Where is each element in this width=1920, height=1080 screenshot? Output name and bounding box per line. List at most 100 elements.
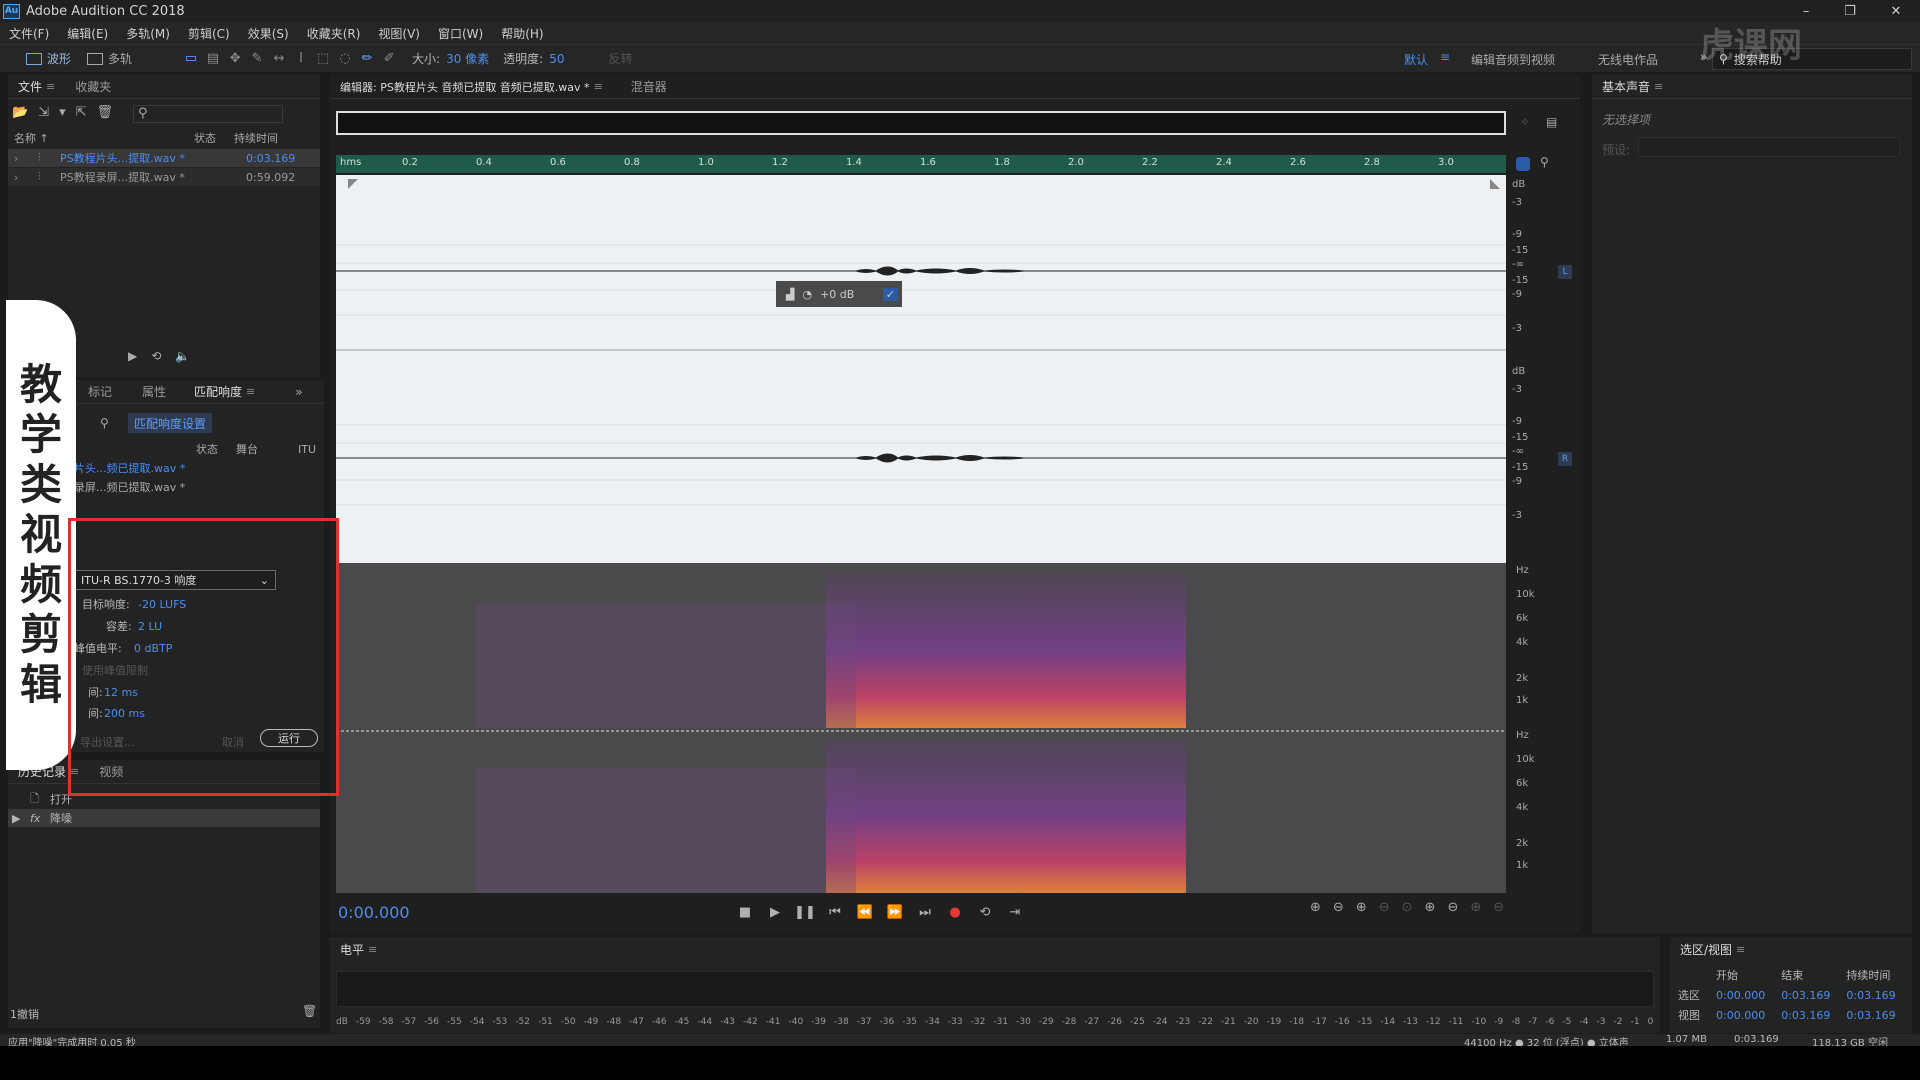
time-selection-tool-icon[interactable]: I: [290, 49, 312, 69]
menu-favorites[interactable]: 收藏夹(R): [298, 25, 370, 42]
insert-icon[interactable]: ▾: [59, 105, 66, 123]
delete-history-icon[interactable]: 🗑: [302, 1004, 317, 1018]
search-icon[interactable]: ⚲: [100, 416, 109, 430]
play-icon[interactable]: ▶: [760, 900, 790, 924]
history-item[interactable]: ▶ fx 降噪: [8, 809, 320, 827]
gain-knob-icon[interactable]: ◔: [802, 288, 812, 301]
menu-edit[interactable]: 编辑(E): [58, 25, 117, 42]
tab-match-loudness[interactable]: 匹配响度 ≡: [184, 380, 265, 404]
skip-start-icon[interactable]: ⏮: [820, 900, 850, 924]
marquee-tool-icon[interactable]: ⬚: [312, 49, 334, 69]
view-start[interactable]: 0:00.000: [1708, 1005, 1773, 1025]
tab-markers[interactable]: 标记: [78, 380, 122, 404]
workspace-edit-audio-video[interactable]: 编辑音频到视频: [1471, 51, 1555, 68]
loop-icon[interactable]: ⟲: [151, 349, 161, 363]
col-name[interactable]: 名称 ↑: [14, 130, 49, 146]
tab-selection-view[interactable]: 选区/视图 ≡: [1670, 937, 1755, 961]
file-row[interactable]: › ⫶ PS教程录屏...提取.wav * 0:59.092: [8, 168, 320, 186]
tab-levels[interactable]: 电平 ≡: [330, 937, 387, 961]
spectral-frequency-display[interactable]: [336, 563, 1506, 893]
brush-tool-icon[interactable]: ✏: [356, 49, 378, 69]
open-file-icon[interactable]: 📂: [12, 105, 28, 123]
razor-tool-icon[interactable]: ✎: [246, 49, 268, 69]
pin-icon[interactable]: ⚲: [1540, 155, 1549, 169]
gain-hud[interactable]: ▟ ◔ +0 dB ✓: [776, 281, 902, 307]
display-options-icon[interactable]: ▤: [1546, 115, 1557, 129]
slip-tool-icon[interactable]: ↔: [268, 49, 290, 69]
time-ruler[interactable]: hms 0.2 0.4 0.6 0.8 1.0 1.2 1.4 1.6 1.8 2.0 2.2 2.4…: [336, 155, 1506, 173]
tab-favorites[interactable]: 收藏夹: [65, 75, 121, 99]
expand-panels-icon[interactable]: »: [295, 385, 302, 399]
zoom-out-time-icon[interactable]: ⊖: [1379, 900, 1390, 915]
size-value[interactable]: 30 像素: [446, 50, 489, 67]
menu-help[interactable]: 帮助(H): [492, 25, 552, 42]
stop-icon[interactable]: ■: [730, 900, 760, 924]
volume-icon[interactable]: 🔈: [175, 349, 190, 363]
tab-essential-sound[interactable]: 基本声音 ≡: [1592, 75, 1673, 99]
menu-view[interactable]: 视图(V): [369, 25, 429, 42]
menu-window[interactable]: 窗口(W): [429, 25, 492, 42]
menu-file[interactable]: 文件(F): [0, 25, 58, 42]
opacity-value[interactable]: 50: [549, 52, 564, 66]
overview-bar[interactable]: [336, 111, 1506, 135]
rewind-icon[interactable]: ⏪: [850, 900, 880, 924]
export-icon[interactable]: ⇱: [76, 105, 87, 123]
current-time[interactable]: 0:00.000: [338, 903, 410, 922]
waveform-area[interactable]: ▟ ◔ +0 dB ✓: [336, 175, 1506, 626]
tab-mixer[interactable]: 混音器: [621, 75, 677, 99]
fast-forward-icon[interactable]: ⏩: [880, 900, 910, 924]
skip-selection-icon[interactable]: ⇥: [1000, 900, 1030, 924]
workspace-menu-icon[interactable]: ≡: [1440, 50, 1450, 64]
file-search-input[interactable]: ⚲: [133, 105, 284, 123]
lasso-tool-icon[interactable]: ◌: [334, 49, 356, 69]
selection-duration[interactable]: 0:03.169: [1838, 985, 1903, 1005]
col-status[interactable]: 状态: [194, 130, 216, 146]
workspace-default[interactable]: 默认: [1404, 51, 1428, 68]
zoom-all-icon[interactable]: ⊖: [1493, 900, 1504, 915]
close-button[interactable]: ✕: [1874, 0, 1918, 22]
zoom-out-amplitude-icon[interactable]: ⊖: [1333, 900, 1344, 915]
view-end[interactable]: 0:03.169: [1773, 1005, 1838, 1025]
move-tool-icon[interactable]: ✥: [224, 49, 246, 69]
col-duration[interactable]: 持续时间: [234, 130, 278, 146]
file-row[interactable]: › ⫶ PS教程片头...提取.wav * 0:03.169: [8, 149, 320, 167]
tab-files[interactable]: 文件 ≡: [8, 75, 65, 99]
loop-icon[interactable]: ⟲: [970, 900, 1000, 924]
zoom-in-amplitude-icon[interactable]: ⊕: [1310, 900, 1321, 915]
pause-icon[interactable]: ❚❚: [790, 900, 820, 924]
multitrack-view-button[interactable]: 多轨: [79, 48, 140, 70]
menu-clip[interactable]: 剪辑(C): [179, 25, 239, 42]
preset-select[interactable]: [1638, 137, 1900, 157]
record-icon[interactable]: ●: [940, 900, 970, 924]
restore-button[interactable]: ❐: [1828, 0, 1872, 22]
zoom-in-point-icon[interactable]: ⊕: [1425, 900, 1436, 915]
delete-icon[interactable]: 🗑: [97, 105, 114, 123]
selection-start[interactable]: 0:00.000: [1708, 985, 1773, 1005]
waveform-display-icon[interactable]: ▭: [180, 49, 202, 69]
channel-r-toggle[interactable]: R: [1558, 452, 1572, 466]
match-settings-button[interactable]: 匹配响度设置: [128, 413, 213, 433]
menu-multitrack[interactable]: 多轨(M): [117, 25, 179, 42]
play-icon[interactable]: ▶: [128, 349, 137, 363]
tab-editor[interactable]: 编辑器: PS教程片头 音频已提取 音频已提取.wav * ≡: [330, 75, 613, 99]
tab-properties[interactable]: 属性: [132, 380, 176, 404]
spot-healing-tool-icon[interactable]: ✐: [378, 49, 400, 69]
menu-effects[interactable]: 效果(S): [239, 25, 298, 42]
zoom-vertical-icon[interactable]: ✧: [1520, 115, 1530, 129]
selection-end[interactable]: 0:03.169: [1773, 985, 1838, 1005]
expand-icon[interactable]: ›: [14, 152, 18, 165]
zoom-out-point-icon[interactable]: ⊖: [1447, 900, 1458, 915]
zoom-selection-icon[interactable]: ⊕: [1470, 900, 1481, 915]
waveform-view-button[interactable]: 波形: [18, 48, 79, 70]
zoom-full-icon[interactable]: ⊙: [1402, 900, 1413, 915]
import-icon[interactable]: ⇲: [38, 105, 49, 123]
skip-end-icon[interactable]: ⏭: [910, 900, 940, 924]
channel-l-toggle[interactable]: L: [1558, 265, 1572, 279]
pin-hud-icon[interactable]: ✓: [882, 287, 898, 301]
zoom-in-time-icon[interactable]: ⊕: [1356, 900, 1367, 915]
workspace-radio[interactable]: 无线电作品: [1598, 51, 1658, 68]
view-duration[interactable]: 0:03.169: [1838, 1005, 1903, 1025]
snap-icon[interactable]: [1516, 157, 1530, 171]
expand-icon[interactable]: ›: [14, 171, 18, 184]
spectral-display-icon[interactable]: ▤: [202, 49, 224, 69]
